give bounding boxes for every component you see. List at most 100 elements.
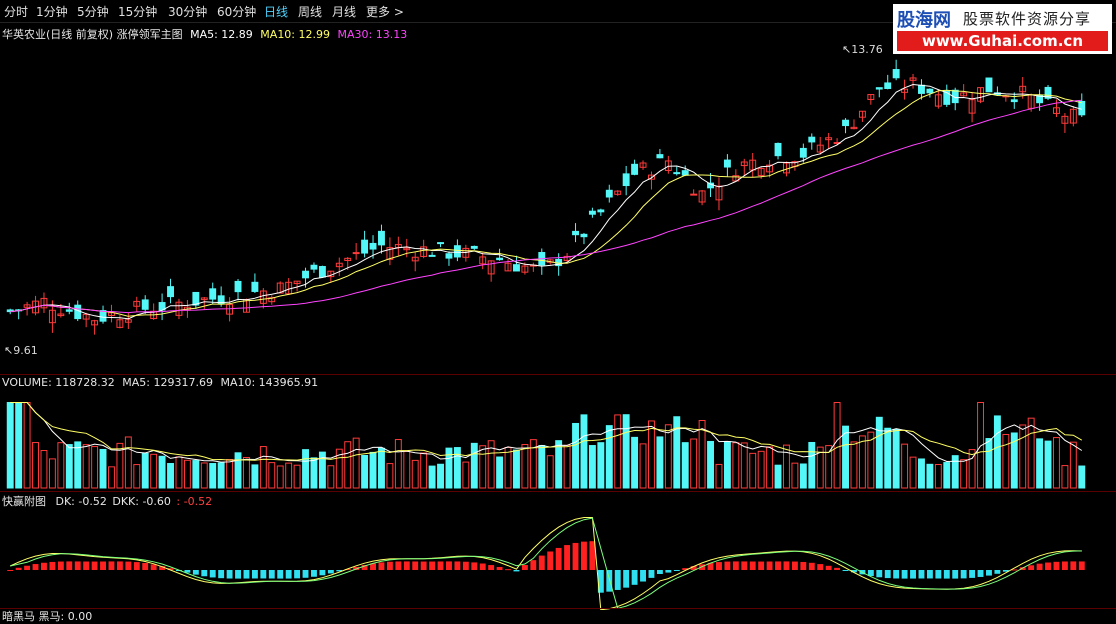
volume-bar [108, 466, 115, 489]
indicator-bar [386, 561, 393, 570]
volume-bar [6, 402, 14, 489]
volume-bar [1053, 437, 1060, 489]
volume-bar [842, 425, 849, 489]
tab-daily[interactable]: 日线 [264, 3, 288, 20]
candle-body [884, 82, 892, 89]
volume-bar [133, 464, 141, 489]
volume-bar [1044, 440, 1052, 489]
indicator-bar [842, 570, 849, 571]
tab-monthly[interactable]: 月线 [332, 3, 356, 20]
volume-bar [563, 444, 571, 489]
volume-bar [200, 462, 208, 489]
indicator-bar [555, 547, 562, 570]
indicator-chart[interactable] [0, 506, 1116, 610]
indicator-bar [395, 561, 402, 570]
volume-bar [1061, 465, 1069, 489]
volume-label: VOLUME: 118728.32 [2, 376, 115, 389]
volume-bar [437, 463, 444, 489]
candle-body [622, 173, 630, 187]
dkk-line [10, 517, 1082, 609]
candle-body [453, 245, 461, 258]
volume-bar [1078, 465, 1086, 489]
indicator-bar [817, 564, 824, 570]
tab-1min[interactable]: 1分钟 [36, 3, 68, 20]
candle-body [1010, 99, 1018, 103]
indicator-bar [91, 561, 98, 570]
indicator-bar [302, 570, 309, 578]
indicator-bar [969, 570, 976, 578]
volume-bar [217, 462, 225, 489]
volume-bar [892, 428, 900, 489]
volume-bar [175, 456, 183, 489]
indicator-bar [479, 563, 486, 570]
indicator-bar [125, 561, 132, 570]
tab-weekly[interactable]: 周线 [298, 3, 322, 20]
indicator-bar [437, 561, 444, 570]
candle-body [656, 154, 664, 159]
volume-bar [943, 462, 951, 489]
indicator-bar [403, 561, 410, 570]
volume-bar [723, 441, 731, 489]
volume-bar [32, 442, 39, 489]
volume-bar [496, 456, 504, 489]
volume-bar [183, 459, 191, 489]
volume-bar [546, 455, 554, 489]
candle-body [251, 281, 259, 292]
indicator-bar [724, 561, 731, 570]
candle-body [723, 159, 731, 168]
candle-body [918, 84, 925, 94]
indicator-bar [294, 570, 301, 579]
indicator-bar [260, 570, 267, 579]
candle-body [513, 264, 520, 272]
indicator-bar [893, 570, 900, 579]
volume-bar [23, 402, 31, 489]
volume-bar [766, 446, 774, 489]
volume-bar [462, 461, 470, 489]
indicator-bar [471, 562, 478, 570]
volume-bar [934, 463, 942, 489]
indicator-bar [631, 570, 638, 585]
separator-bottom [0, 608, 1116, 609]
indicator-bar [15, 567, 22, 570]
volume-bar [631, 436, 639, 489]
volume-bar [479, 445, 487, 489]
indicator-bar [783, 561, 790, 570]
tab-15min[interactable]: 15分钟 [118, 3, 157, 20]
indicator-bar [825, 565, 832, 570]
indicator-bar [209, 570, 216, 578]
price-chart[interactable] [0, 24, 1116, 374]
volume-bar [99, 448, 107, 489]
volume-bar [993, 415, 1001, 489]
candle-body [141, 299, 149, 310]
volume-chart[interactable] [0, 390, 1116, 490]
volume-bar [234, 452, 242, 489]
indicator-bar [1070, 561, 1077, 570]
tab-more[interactable]: 更多 > [366, 3, 404, 20]
volume-bar [226, 459, 234, 489]
indicator-bar [530, 560, 537, 570]
volume-bar [538, 444, 546, 489]
volume-bar [428, 465, 436, 489]
volume-bar [901, 443, 909, 489]
tab-60min[interactable]: 60分钟 [217, 3, 256, 20]
indicator-bar [918, 570, 925, 579]
volume-bar [285, 462, 293, 489]
candle-body [361, 239, 369, 254]
candle-body [597, 209, 605, 213]
candle-body [808, 136, 816, 143]
tab-timeshare[interactable]: 分时 [4, 3, 28, 20]
volume-bar [1019, 424, 1027, 489]
volume-bar [614, 414, 622, 489]
indicator-bar [614, 570, 621, 590]
volume-bar [1027, 417, 1035, 489]
volume-bar [715, 463, 723, 489]
tab-30min[interactable]: 30分钟 [168, 3, 207, 20]
tab-5min[interactable]: 5分钟 [77, 3, 109, 20]
volume-bar [757, 450, 765, 489]
volume-bar [57, 442, 65, 489]
indicator-bar [766, 561, 773, 570]
indicator-bar [1036, 563, 1043, 570]
indicator-bar [420, 561, 427, 570]
volume-info-line: VOLUME: 118728.32 MA5: 129317.69 MA10: 1… [2, 376, 318, 389]
candle-body [437, 242, 444, 245]
